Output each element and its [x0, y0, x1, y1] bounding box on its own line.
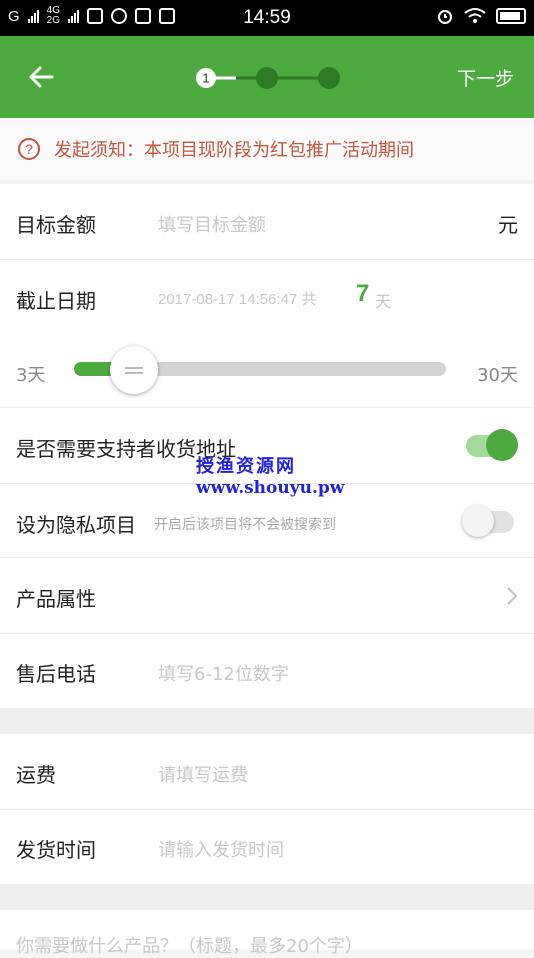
delivery-time-input[interactable]: 请输入发货时间	[158, 836, 284, 862]
duration-slider-thumb[interactable]	[109, 346, 158, 394]
chevron-right-icon	[507, 587, 518, 605]
after-sales-phone-label: 售后电话	[16, 662, 96, 686]
deadline-days-count: 7	[356, 280, 370, 307]
next-step-button[interactable]: 下一步	[457, 64, 514, 91]
slider-max-label: 30天	[477, 365, 518, 386]
watermark-url: www.shouyu.pw	[196, 478, 345, 498]
shipping-address-toggle[interactable]	[466, 429, 518, 461]
shipping-fee-row[interactable]: 运费 请填写运费	[0, 734, 534, 810]
alarm-icon	[438, 10, 452, 24]
after-sales-phone-row[interactable]: 售后电话 填写6-12位数字	[0, 634, 534, 708]
notice-text: 发起须知：本项目现阶段为红包推广活动期间	[54, 140, 414, 161]
target-amount-row[interactable]: 目标金额 填写目标金额 元	[0, 184, 534, 260]
step-2-dot	[256, 67, 278, 89]
deadline-row: 截止日期 2017-08-17 14:56:47 共 7 天 3天 30天	[0, 260, 534, 408]
after-sales-phone-input[interactable]: 填写6-12位数字	[158, 660, 289, 686]
target-amount-label: 目标金额	[16, 213, 96, 237]
shipping-fee-label: 运费	[16, 763, 56, 787]
question-circle-icon: ?	[18, 138, 40, 160]
private-project-hint: 开启后该项目将不会被搜索到	[154, 517, 336, 533]
product-title-input[interactable]: 你需要做什么产品？（标题，最多20个字）	[16, 932, 363, 958]
private-project-label: 设为隐私项目	[16, 513, 136, 537]
wifi-icon	[464, 8, 486, 23]
section-divider-2	[0, 884, 534, 910]
slider-min-label: 3天	[16, 365, 46, 386]
deadline-date: 2017-08-17 14:56:47 共	[158, 291, 317, 308]
toggle-knob	[462, 505, 494, 537]
deadline-label: 截止日期	[16, 289, 96, 313]
status-right	[436, 7, 526, 25]
status-bar: G 4G 2G 14:59	[0, 0, 534, 36]
toggle-knob	[486, 429, 518, 461]
private-project-toggle[interactable]	[462, 505, 514, 537]
target-amount-unit: 元	[498, 213, 518, 237]
product-attributes-label: 产品属性	[16, 587, 96, 611]
battery-icon	[496, 8, 526, 24]
delivery-time-label: 发货时间	[16, 838, 96, 862]
back-arrow-icon[interactable]	[24, 60, 58, 94]
step-3-dot	[318, 67, 340, 89]
shipping-fee-input[interactable]: 请填写运费	[158, 761, 248, 787]
launch-notice: ? 发起须知：本项目现阶段为红包推广活动期间	[0, 118, 534, 180]
watermark-title: 授渔资源网	[196, 456, 296, 477]
step-progress-indicator: 1	[196, 67, 340, 89]
section-divider	[0, 708, 534, 734]
delivery-time-row[interactable]: 发货时间 请输入发货时间	[0, 810, 534, 884]
slider-grip-icon	[124, 366, 143, 374]
target-amount-input[interactable]: 填写目标金额	[158, 211, 266, 237]
step-1-number: 1	[202, 71, 209, 86]
app-header: 1 下一步	[0, 36, 534, 118]
product-attributes-row[interactable]: 产品属性	[0, 558, 534, 634]
deadline-days-unit: 天	[375, 292, 392, 311]
product-title-row[interactable]: 你需要做什么产品？（标题，最多20个字）	[0, 910, 534, 957]
